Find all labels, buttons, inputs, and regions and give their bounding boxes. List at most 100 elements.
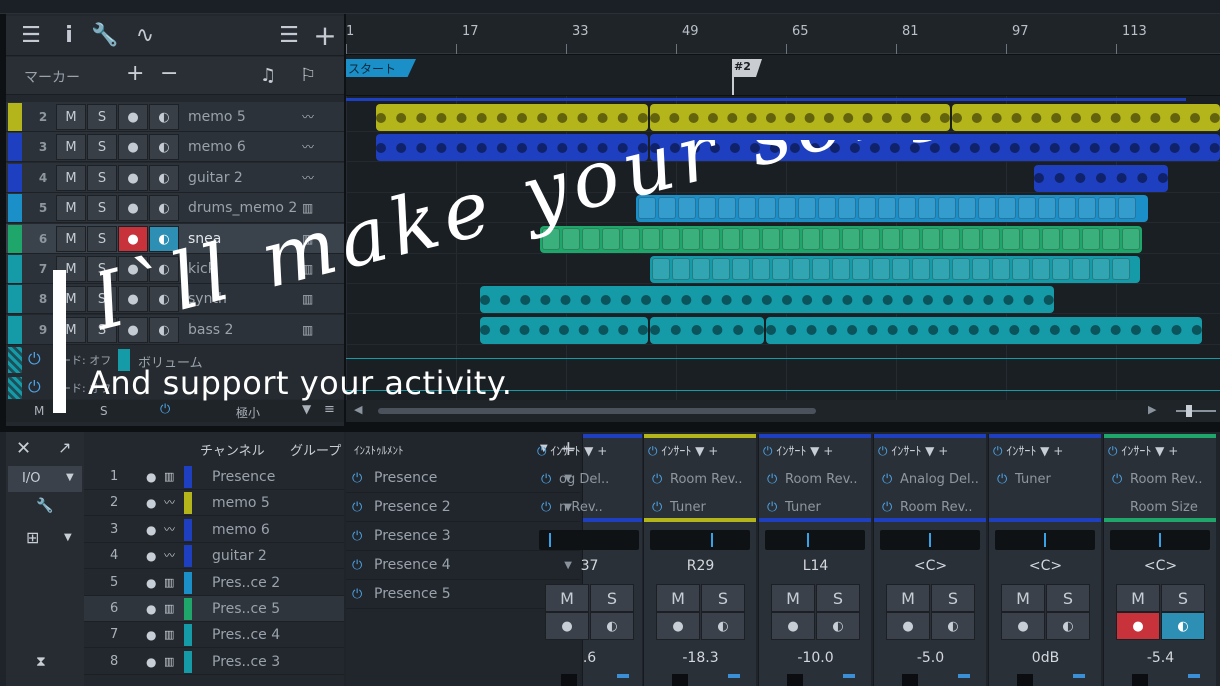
track-name[interactable]: drums_memo 2 <box>188 193 297 223</box>
solo-button[interactable]: S <box>87 195 117 222</box>
mute-button[interactable]: M <box>56 104 86 130</box>
pan-control[interactable] <box>995 530 1095 550</box>
record-button[interactable]: ● <box>118 134 148 161</box>
mute-button[interactable]: M <box>1001 584 1045 612</box>
zoom-slider-thumb[interactable] <box>1186 405 1192 417</box>
power-icon[interactable]: ⏻ <box>28 377 41 397</box>
power-icon[interactable]: ⏻ <box>541 496 551 520</box>
record-button[interactable]: ● <box>118 195 148 222</box>
track-color[interactable] <box>8 315 22 344</box>
record-button[interactable]: ● <box>118 286 148 313</box>
clip[interactable] <box>650 316 764 344</box>
solo-button[interactable]: S <box>1046 584 1090 612</box>
track-row[interactable]: 3 M S ● ◐ memo 6 〰 <box>6 132 344 163</box>
close-icon[interactable]: ✕ <box>16 438 31 459</box>
track-name[interactable]: guitar 2 <box>188 163 243 193</box>
record-button[interactable]: ● <box>118 164 148 191</box>
collapse-icon[interactable]: ⧗ <box>36 654 46 670</box>
clip[interactable] <box>766 316 1202 344</box>
channel-name[interactable]: Pres..ce 3 <box>212 649 280 675</box>
solo-button[interactable]: S <box>87 316 117 343</box>
list-icon[interactable]: ☰ <box>272 16 306 56</box>
solo-button[interactable]: S <box>87 256 117 282</box>
monitor-button[interactable]: ◐ <box>1161 612 1205 640</box>
mute-button[interactable]: M <box>656 584 700 612</box>
wrench-icon[interactable]: 🔧 <box>88 16 122 56</box>
fader-cap[interactable] <box>561 674 577 686</box>
channel-row[interactable]: 7 ● ▥ Pres..ce 4 <box>84 622 344 649</box>
marker-2[interactable]: #2 <box>732 59 762 77</box>
power-icon[interactable]: ⏻ <box>160 402 170 417</box>
zoom-slider[interactable] <box>1176 410 1216 412</box>
channel-name[interactable]: memo 6 <box>212 517 270 543</box>
visible-dot[interactable]: ● <box>146 543 156 569</box>
power-icon[interactable]: ⏻ <box>648 444 658 458</box>
clip[interactable] <box>376 104 648 131</box>
monitor-button[interactable]: ◐ <box>149 134 179 161</box>
power-icon[interactable]: ⏻ <box>352 493 362 522</box>
track-row[interactable]: 6 M S ● ◐ snea ▥ <box>6 223 344 254</box>
record-button[interactable]: ● <box>118 104 148 130</box>
pan-control[interactable] <box>1110 530 1210 550</box>
add-marker-button[interactable]: + <box>126 61 144 86</box>
fader-cap[interactable] <box>1132 674 1148 686</box>
record-button[interactable]: ● <box>118 225 148 252</box>
channel-name[interactable]: guitar 2 <box>212 543 267 569</box>
power-icon[interactable]: ⏻ <box>652 496 662 520</box>
monitor-button[interactable]: ◐ <box>149 316 179 343</box>
insert-slot[interactable]: ⏻ Room Rev.. <box>763 468 867 492</box>
insert-slot[interactable]: ⏻ Tuner <box>648 496 752 520</box>
channel-name[interactable]: memo 5 <box>212 490 270 516</box>
channel-name[interactable]: Pres..ce 5 <box>212 596 280 622</box>
record-button[interactable]: ● <box>656 612 700 640</box>
channel-row[interactable]: 1 ● ▥ Presence <box>84 464 344 490</box>
insert-slot[interactable]: ⏻ Tuner <box>763 496 867 520</box>
solo-button[interactable]: S <box>87 225 117 252</box>
instrument-name[interactable]: Presence <box>374 464 437 493</box>
power-icon[interactable]: ⏻ <box>878 444 888 458</box>
pan-control[interactable] <box>765 530 865 550</box>
solo-button[interactable]: S <box>87 164 117 191</box>
mute-button[interactable]: M <box>56 164 86 191</box>
track-name[interactable]: snea <box>188 224 221 254</box>
track-color[interactable] <box>8 133 22 162</box>
monitor-button[interactable]: ◐ <box>149 104 179 130</box>
insert-slot[interactable]: ⏻ Room Rev.. <box>878 496 982 520</box>
remove-marker-button[interactable]: − <box>160 61 178 86</box>
clip[interactable] <box>1034 164 1168 192</box>
channel-row[interactable]: 5 ● ▥ Pres..ce 2 <box>84 570 344 596</box>
chevron-down-icon[interactable]: ▼ <box>302 402 311 416</box>
power-icon[interactable]: ⏻ <box>28 349 41 369</box>
pan-control[interactable] <box>650 530 750 550</box>
clip[interactable] <box>636 195 1148 223</box>
solo-button[interactable]: S <box>87 134 117 161</box>
track-color[interactable] <box>8 163 22 192</box>
power-icon[interactable]: ⏻ <box>993 444 1003 458</box>
monitor-button[interactable]: ◐ <box>149 164 179 191</box>
record-button[interactable]: ● <box>545 612 589 640</box>
clip[interactable] <box>952 104 1220 131</box>
timeline-ruler[interactable]: 1 17 33 49 65 81 97 113 <box>346 14 1220 54</box>
channel-row[interactable]: 8 ● ▥ Pres..ce 3 <box>84 649 344 675</box>
channel-row[interactable]: 3 ● 〰 memo 6 <box>84 517 344 543</box>
power-icon[interactable]: ⏻ <box>537 444 547 458</box>
record-button[interactable]: ● <box>1116 612 1160 640</box>
fader-cap[interactable] <box>787 674 803 686</box>
clip[interactable] <box>376 134 648 162</box>
flag-icon[interactable]: ⚐ <box>300 65 316 86</box>
visible-dot[interactable]: ● <box>146 622 156 648</box>
monitor-button[interactable]: ◐ <box>1046 612 1090 640</box>
power-icon[interactable]: ⏻ <box>767 496 777 520</box>
monitor-button[interactable]: ◐ <box>701 612 745 640</box>
track-color[interactable] <box>8 103 22 131</box>
insert-slot[interactable]: ⏻ Analog Del.. <box>878 468 982 492</box>
solo-button[interactable]: S <box>701 584 745 612</box>
info-icon[interactable]: i <box>52 16 86 56</box>
marker-start[interactable]: スタート <box>346 59 416 77</box>
track-size-select[interactable]: 極小 <box>236 404 260 421</box>
insert-slot[interactable]: Room Size <box>1108 496 1212 520</box>
group-header[interactable]: グループ <box>290 440 344 459</box>
solo-button[interactable]: S <box>590 584 634 612</box>
visible-dot[interactable]: ● <box>146 490 156 516</box>
monitor-button[interactable]: ◐ <box>149 256 179 282</box>
